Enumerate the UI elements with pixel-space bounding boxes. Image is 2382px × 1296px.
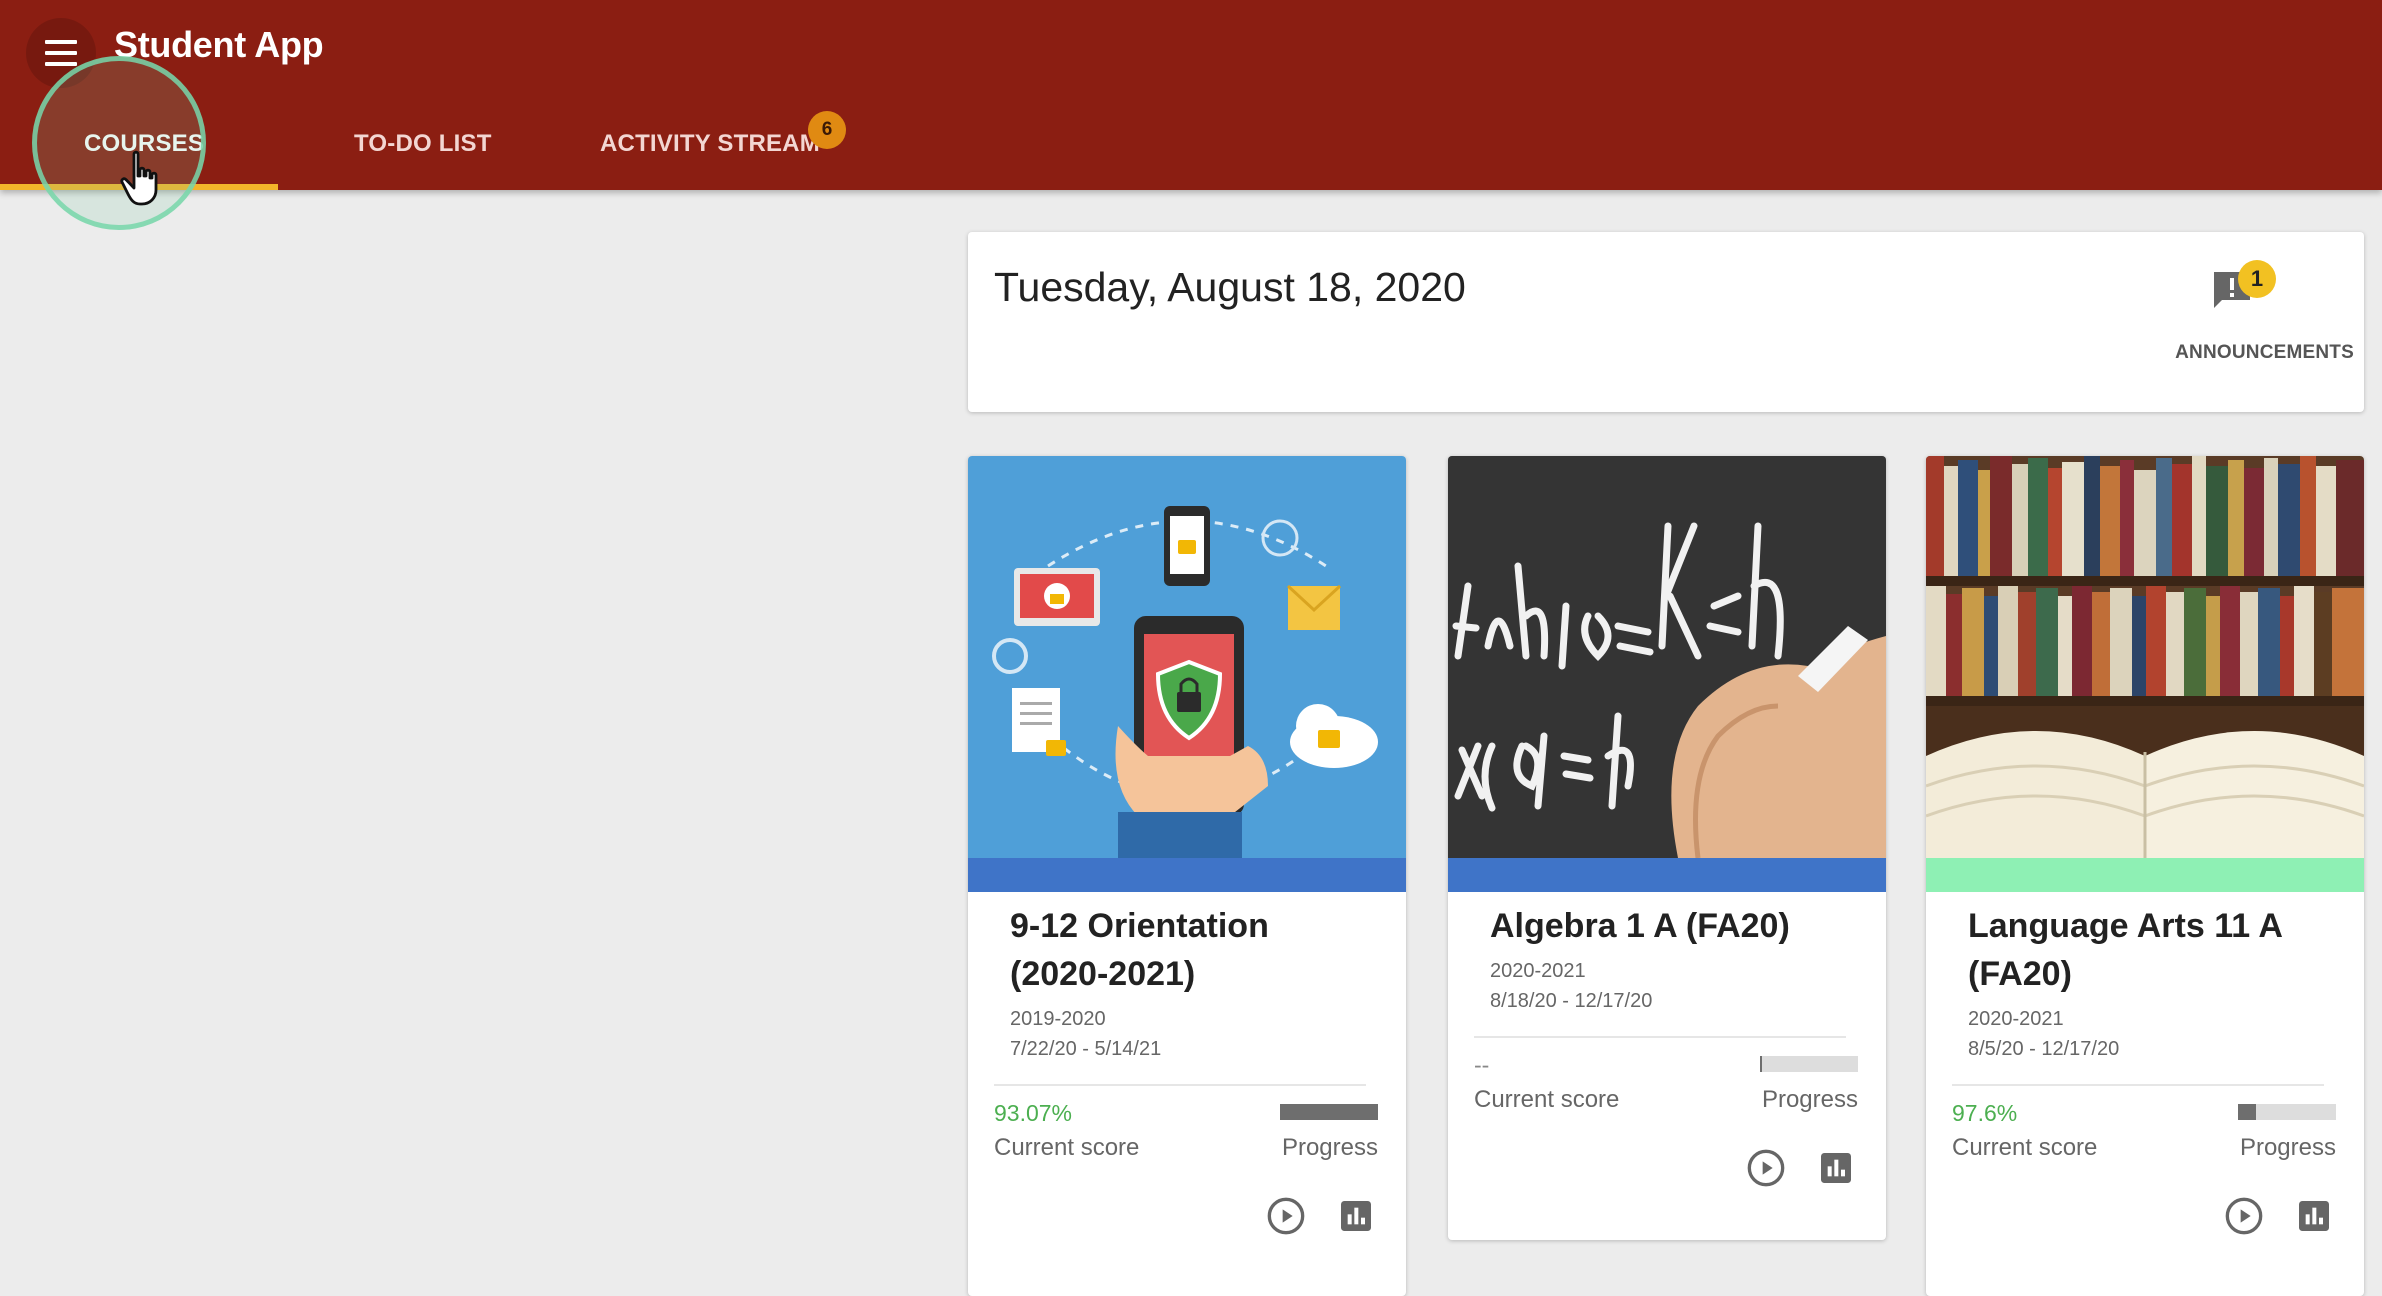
course-dates: 8/18/20 - 12/17/20	[1490, 990, 1653, 1012]
course-dates: 7/22/20 - 5/14/21	[1010, 1038, 1162, 1060]
course-name[interactable]: Language Arts 11 A (FA20)	[1926, 892, 2364, 998]
course-name[interactable]: 9-12 Orientation (2020-2021)	[968, 892, 1406, 998]
progress-fill	[2238, 1104, 2256, 1120]
tab-activity-stream[interactable]: ACTIVITY STREAM	[600, 130, 820, 170]
progress-label: Progress	[1281, 1134, 1378, 1161]
course-card-language-arts[interactable]: Language Arts 11 A (FA20) 2020-2021 8/5/…	[1926, 456, 2364, 1296]
card-actions	[1926, 1182, 2364, 1272]
progress-label: Progress	[2239, 1134, 2336, 1161]
progress-label: Progress	[1761, 1086, 1858, 1113]
hand-cursor-icon	[120, 150, 158, 206]
course-color-strip	[1448, 858, 1886, 892]
play-icon[interactable]	[1746, 1148, 1786, 1188]
card-actions	[1448, 1134, 1886, 1224]
course-card-algebra[interactable]: Algebra 1 A (FA20) 2020-2021 8/18/20 - 1…	[1448, 456, 1886, 1240]
app-bar: Student App COURSES TO-DO LIST ACTIVITY …	[0, 0, 2382, 190]
current-score-label: Current score	[994, 1134, 1140, 1161]
progress-bar	[2238, 1104, 2336, 1120]
score-row: -- Current score Progress	[1448, 1038, 1886, 1134]
course-color-strip	[1926, 858, 2364, 892]
current-score-value: --	[1474, 1052, 1490, 1078]
tab-to-do-list[interactable]: TO-DO LIST	[354, 130, 492, 170]
play-icon[interactable]	[1266, 1196, 1306, 1236]
bar-chart-icon[interactable]	[1336, 1196, 1376, 1236]
course-card-orientation[interactable]: 9-12 Orientation (2020-2021) 2019-2020 7…	[968, 456, 1406, 1296]
open-book-library-photo	[1926, 456, 2364, 858]
bar-chart-icon[interactable]	[1816, 1148, 1856, 1188]
bar-chart-icon[interactable]	[2294, 1196, 2334, 1236]
chalkboard-math-photo	[1448, 456, 1886, 858]
score-row: 93.07% Current score Progress	[968, 1086, 1406, 1182]
progress-bar	[1280, 1104, 1378, 1120]
current-date: Tuesday, August 18, 2020	[994, 264, 1466, 310]
progress-fill	[1280, 1104, 1378, 1120]
progress-bar	[1760, 1056, 1858, 1072]
announcements-link[interactable]: ANNOUNCEMENTS	[2138, 342, 2354, 364]
card-actions	[968, 1182, 1406, 1272]
app-title: Student App	[114, 24, 324, 65]
current-score-value: 93.07%	[994, 1100, 1073, 1126]
mobile-security-illustration	[968, 456, 1406, 858]
hamburger-menu-icon[interactable]	[26, 18, 96, 88]
current-score-label: Current score	[1952, 1134, 2098, 1161]
activity-stream-badge: 6	[808, 111, 846, 149]
progress-fill	[1760, 1056, 1762, 1072]
course-color-strip	[968, 858, 1406, 892]
announcements-badge: 1	[2238, 260, 2276, 298]
current-score-value: 97.6%	[1952, 1100, 2018, 1126]
date-card: Tuesday, August 18, 2020 1 ANNOUNCEMENTS	[968, 232, 2364, 412]
course-year: 2020-2021	[1490, 960, 1586, 982]
current-score-label: Current score	[1474, 1086, 1620, 1113]
score-row: 97.6% Current score Progress	[1926, 1086, 2364, 1182]
course-year: 2020-2021	[1968, 1008, 2064, 1030]
course-name[interactable]: Algebra 1 A (FA20)	[1448, 892, 1886, 950]
play-icon[interactable]	[2224, 1196, 2264, 1236]
course-dates: 8/5/20 - 12/17/20	[1968, 1038, 2120, 1060]
course-year: 2019-2020	[1010, 1008, 1106, 1030]
